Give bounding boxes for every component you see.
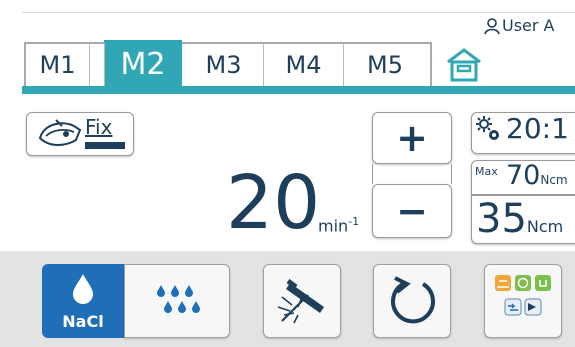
current-torque-value: 35 bbox=[476, 196, 527, 242]
user-icon bbox=[484, 17, 500, 34]
user-label: User A bbox=[502, 16, 555, 35]
minus-icon: − bbox=[396, 189, 428, 233]
rotation-icon bbox=[391, 276, 435, 324]
spray-button[interactable] bbox=[124, 264, 230, 338]
max-torque-unit: Ncm bbox=[540, 173, 568, 187]
rotation-direction-button[interactable] bbox=[373, 264, 451, 338]
home-button[interactable] bbox=[443, 44, 485, 88]
decrease-button[interactable]: − bbox=[372, 184, 452, 238]
spray-icon bbox=[157, 285, 200, 313]
stepper-gap bbox=[372, 164, 452, 184]
speed-unit-base: min bbox=[318, 216, 349, 236]
ratio-value: 20:1 bbox=[506, 112, 569, 145]
tab-m1[interactable]: M1 bbox=[26, 43, 90, 87]
speed-unit: min-1 bbox=[318, 215, 359, 235]
home-icon bbox=[447, 48, 481, 82]
max-torque: 70Ncm bbox=[506, 160, 568, 191]
tabbar-underline bbox=[22, 86, 575, 94]
tab-m3[interactable]: M3 bbox=[184, 43, 264, 87]
apps-icon bbox=[495, 275, 551, 316]
user-indicator[interactable]: User A bbox=[484, 16, 555, 35]
plus-icon: + bbox=[396, 116, 428, 160]
max-torque-value: 70 bbox=[506, 160, 541, 191]
current-torque: 35Ncm bbox=[476, 196, 563, 242]
light-icon bbox=[277, 279, 324, 324]
tab-m4[interactable]: M4 bbox=[264, 43, 344, 87]
fix-indicator-bar bbox=[85, 142, 125, 149]
tab-m2[interactable]: M2 bbox=[104, 40, 182, 88]
apps-menu-button[interactable] bbox=[484, 264, 562, 338]
increase-button[interactable]: + bbox=[372, 112, 452, 164]
drop-icon bbox=[73, 274, 93, 304]
current-torque-unit: Ncm bbox=[526, 217, 564, 236]
handpiece-icon bbox=[36, 116, 84, 154]
gear-icon bbox=[474, 115, 504, 149]
nacl-label: NaCl bbox=[62, 312, 104, 331]
speed-value: 20 bbox=[226, 160, 321, 246]
top-divider bbox=[22, 12, 575, 13]
fix-label: Fix bbox=[85, 115, 113, 139]
tab-m5[interactable]: M5 bbox=[344, 43, 426, 87]
tab-separator bbox=[90, 43, 105, 87]
light-button[interactable] bbox=[263, 264, 341, 338]
max-torque-label: Max bbox=[475, 165, 498, 178]
speed-unit-exponent: -1 bbox=[348, 215, 360, 228]
